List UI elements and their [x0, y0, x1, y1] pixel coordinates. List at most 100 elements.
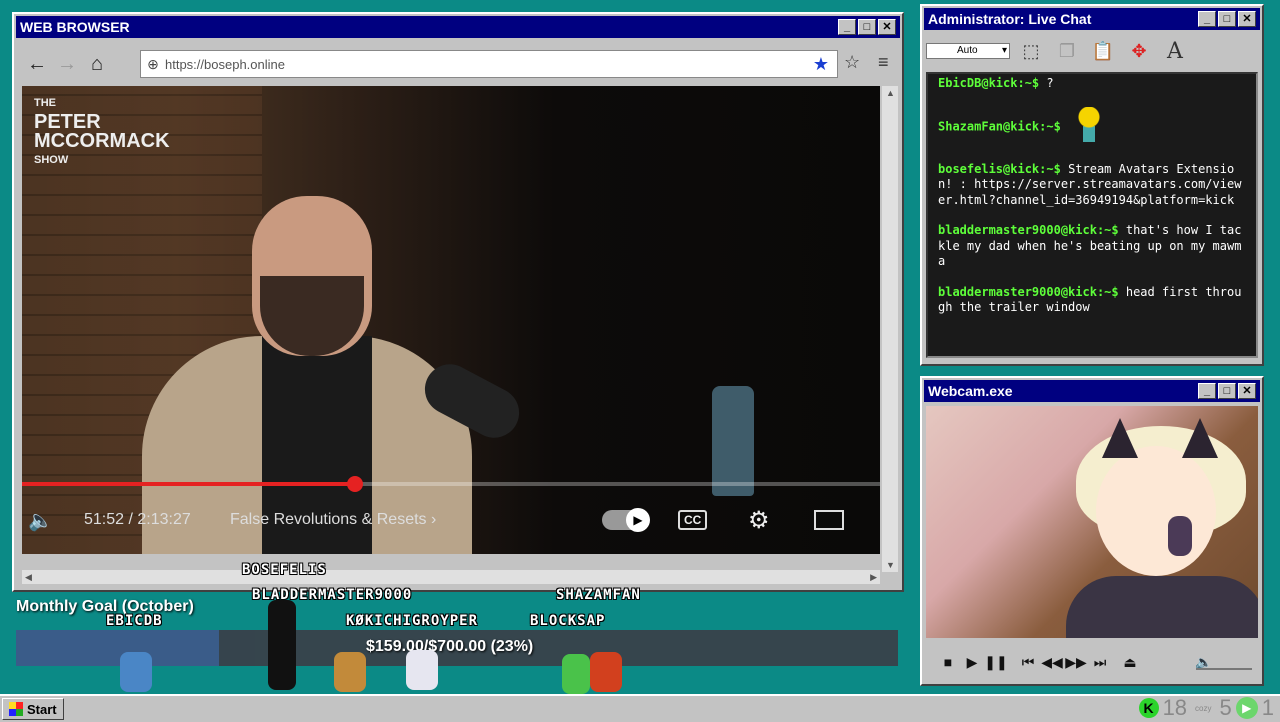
- stop-icon[interactable]: ■: [936, 654, 960, 670]
- avatar-sprite: [590, 652, 622, 692]
- browser-window: WEB BROWSER _ □ ✕ ← → ⌂ ⊕ https://boseph…: [12, 12, 904, 592]
- media-controls: ■ ▶ ❚❚ ⏮ ◀◀ ▶▶ ⏭ ⏏ 🔈: [926, 646, 1258, 678]
- font-icon[interactable]: A: [1160, 37, 1190, 65]
- webcam-titlebar[interactable]: Webcam.exe _ □ ✕: [924, 380, 1260, 402]
- favorites-star-icon[interactable]: ☆: [844, 52, 860, 73]
- gear-icon[interactable]: ⚙: [748, 506, 770, 535]
- address-bar[interactable]: ⊕ https://boseph.online ★: [140, 50, 838, 78]
- tray-count: 5: [1219, 695, 1232, 720]
- captions-button[interactable]: CC: [678, 510, 708, 530]
- chat-title: Administrator: Live Chat: [928, 11, 1092, 27]
- rewind-icon[interactable]: ◀◀: [1040, 654, 1064, 671]
- webcam-feed: [926, 406, 1258, 638]
- cat-ear-left: [1102, 418, 1138, 458]
- chat-window: Administrator: Live Chat _ □ ✕ Auto ⬚ ❐ …: [920, 4, 1264, 366]
- theater-mode-icon[interactable]: [814, 510, 844, 530]
- volume-icon[interactable]: 🔈: [28, 508, 53, 533]
- back-arrow-icon[interactable]: ←: [24, 51, 50, 77]
- tray-count: 1: [1261, 695, 1274, 720]
- cat-ear-right: [1182, 418, 1218, 458]
- chat-message: bosefelis@kick:~$ Stream Avatars Extensi…: [938, 162, 1246, 209]
- avatar-name: KØKICHIGROYPER: [346, 613, 479, 629]
- avatar-name: SHAZAMFAN: [556, 587, 641, 603]
- horizontal-scrollbar[interactable]: ◀ ▶: [22, 570, 880, 584]
- video-time: 51:52 / 2:13:27: [84, 511, 191, 528]
- browser-titlebar[interactable]: WEB BROWSER _ □ ✕: [16, 16, 900, 38]
- avatar-sprite: [334, 652, 366, 692]
- pause-icon[interactable]: ❚❚: [984, 654, 1008, 671]
- maximize-button[interactable]: □: [1218, 383, 1236, 399]
- skip-forward-icon[interactable]: ⏭: [1088, 654, 1112, 671]
- chat-messages[interactable]: EbicDB@kick:~$ ? ShazamFan@kick:~$ bosef…: [926, 72, 1258, 358]
- kick-logo-icon[interactable]: K: [1138, 698, 1159, 718]
- chat-username: bladdermaster9000@kick:~$: [938, 284, 1119, 299]
- video-chapter[interactable]: False Revolutions & Resets ›: [230, 511, 436, 529]
- desktop-icons: [30, 4, 124, 12]
- font-size-select[interactable]: Auto: [926, 43, 1010, 59]
- url-text[interactable]: https://boseph.online: [165, 57, 285, 72]
- autoplay-toggle[interactable]: ▶: [602, 508, 650, 532]
- avatar-sprite: [562, 654, 590, 694]
- home-icon[interactable]: ⌂: [84, 51, 110, 77]
- video-controls: 🔈 51:52 / 2:13:27 False Revolutions & Re…: [22, 500, 880, 540]
- chat-username: ShazamFan@kick:~$: [938, 119, 1061, 133]
- system-tray: K 18 cozy 5 ▶ 1: [1138, 695, 1274, 720]
- globe-icon: ⊕: [147, 55, 159, 72]
- minimize-button[interactable]: _: [838, 19, 856, 35]
- webcam-window: Webcam.exe _ □ ✕ ■ ▶ ❚❚ ⏮ ◀◀ ▶▶ ⏭ ⏏ 🔈: [920, 376, 1264, 686]
- start-button[interactable]: Start: [2, 698, 64, 720]
- select-icon[interactable]: ⬚: [1016, 37, 1046, 65]
- skip-back-icon[interactable]: ⏮: [1016, 654, 1040, 671]
- goal-progress-fill: [16, 630, 219, 666]
- forward-arrow-icon[interactable]: →: [54, 51, 80, 77]
- scroll-left-icon[interactable]: ◀: [25, 572, 32, 583]
- avatar-sprite: [268, 600, 296, 690]
- chat-titlebar[interactable]: Administrator: Live Chat _ □ ✕: [924, 8, 1260, 30]
- headphone: [1168, 516, 1192, 556]
- copy-icon[interactable]: ❐: [1052, 37, 1082, 65]
- play-circle-icon[interactable]: ▶: [1235, 697, 1258, 719]
- chat-text: ?: [1046, 76, 1054, 90]
- maximize-button[interactable]: □: [858, 19, 876, 35]
- close-button[interactable]: ✕: [878, 19, 896, 35]
- play-icon: ▶: [626, 508, 650, 532]
- watermark-line: SHOW: [34, 154, 69, 166]
- taskbar: Start K 18 cozy 5 ▶ 1: [0, 694, 1280, 722]
- chat-username: bosefelis@kick:~$: [938, 161, 1061, 176]
- maximize-button[interactable]: □: [1218, 11, 1236, 27]
- scroll-down-icon[interactable]: ▼: [886, 560, 895, 570]
- tray-label: cozy: [1195, 703, 1212, 713]
- bookmark-star-icon[interactable]: ★: [813, 54, 829, 75]
- avatar-name: BLOCKSAP: [530, 613, 606, 629]
- avatar-name: EBICDB: [106, 613, 163, 629]
- close-button[interactable]: ✕: [1238, 11, 1256, 27]
- video-player[interactable]: THE PETER MCCORMACK SHOW 🔈 51:52 / 2:13:…: [22, 86, 880, 554]
- move-icon[interactable]: ✥: [1124, 37, 1154, 65]
- vertical-scrollbar[interactable]: ▲ ▼: [882, 86, 898, 572]
- browser-title: WEB BROWSER: [20, 19, 130, 35]
- chat-username: bladdermaster9000@kick:~$: [938, 223, 1119, 237]
- close-button[interactable]: ✕: [1238, 383, 1256, 399]
- volume-slider[interactable]: [1196, 654, 1252, 670]
- video-progress-fill: [22, 482, 355, 486]
- scroll-right-icon[interactable]: ▶: [870, 572, 877, 583]
- video-progress-knob[interactable]: [346, 476, 363, 492]
- eject-icon[interactable]: ⏏: [1118, 654, 1142, 671]
- chat-message: ShazamFan@kick:~$: [938, 106, 1246, 147]
- windows-logo-icon: [9, 702, 23, 716]
- minimize-button[interactable]: _: [1198, 11, 1216, 27]
- watermark-line: MCCORMACK: [34, 130, 170, 152]
- play-icon[interactable]: ▶: [960, 654, 984, 671]
- paste-icon[interactable]: 📋: [1088, 37, 1118, 65]
- fast-forward-icon[interactable]: ▶▶: [1064, 654, 1088, 671]
- avatar-name: BOSEFELIS: [242, 562, 327, 578]
- chat-message: bladdermaster9000@kick:~$ that's how I t…: [938, 223, 1246, 270]
- chat-message: EbicDB@kick:~$ ?: [938, 76, 1246, 92]
- viewer-count: 18: [1162, 695, 1188, 720]
- video-progress-bar[interactable]: [22, 476, 880, 492]
- webcam-title: Webcam.exe: [928, 383, 1013, 399]
- goal-label: Monthly Goal (October): [16, 598, 194, 615]
- scroll-up-icon[interactable]: ▲: [886, 88, 895, 98]
- menu-icon[interactable]: ≡: [878, 52, 889, 73]
- minimize-button[interactable]: _: [1198, 383, 1216, 399]
